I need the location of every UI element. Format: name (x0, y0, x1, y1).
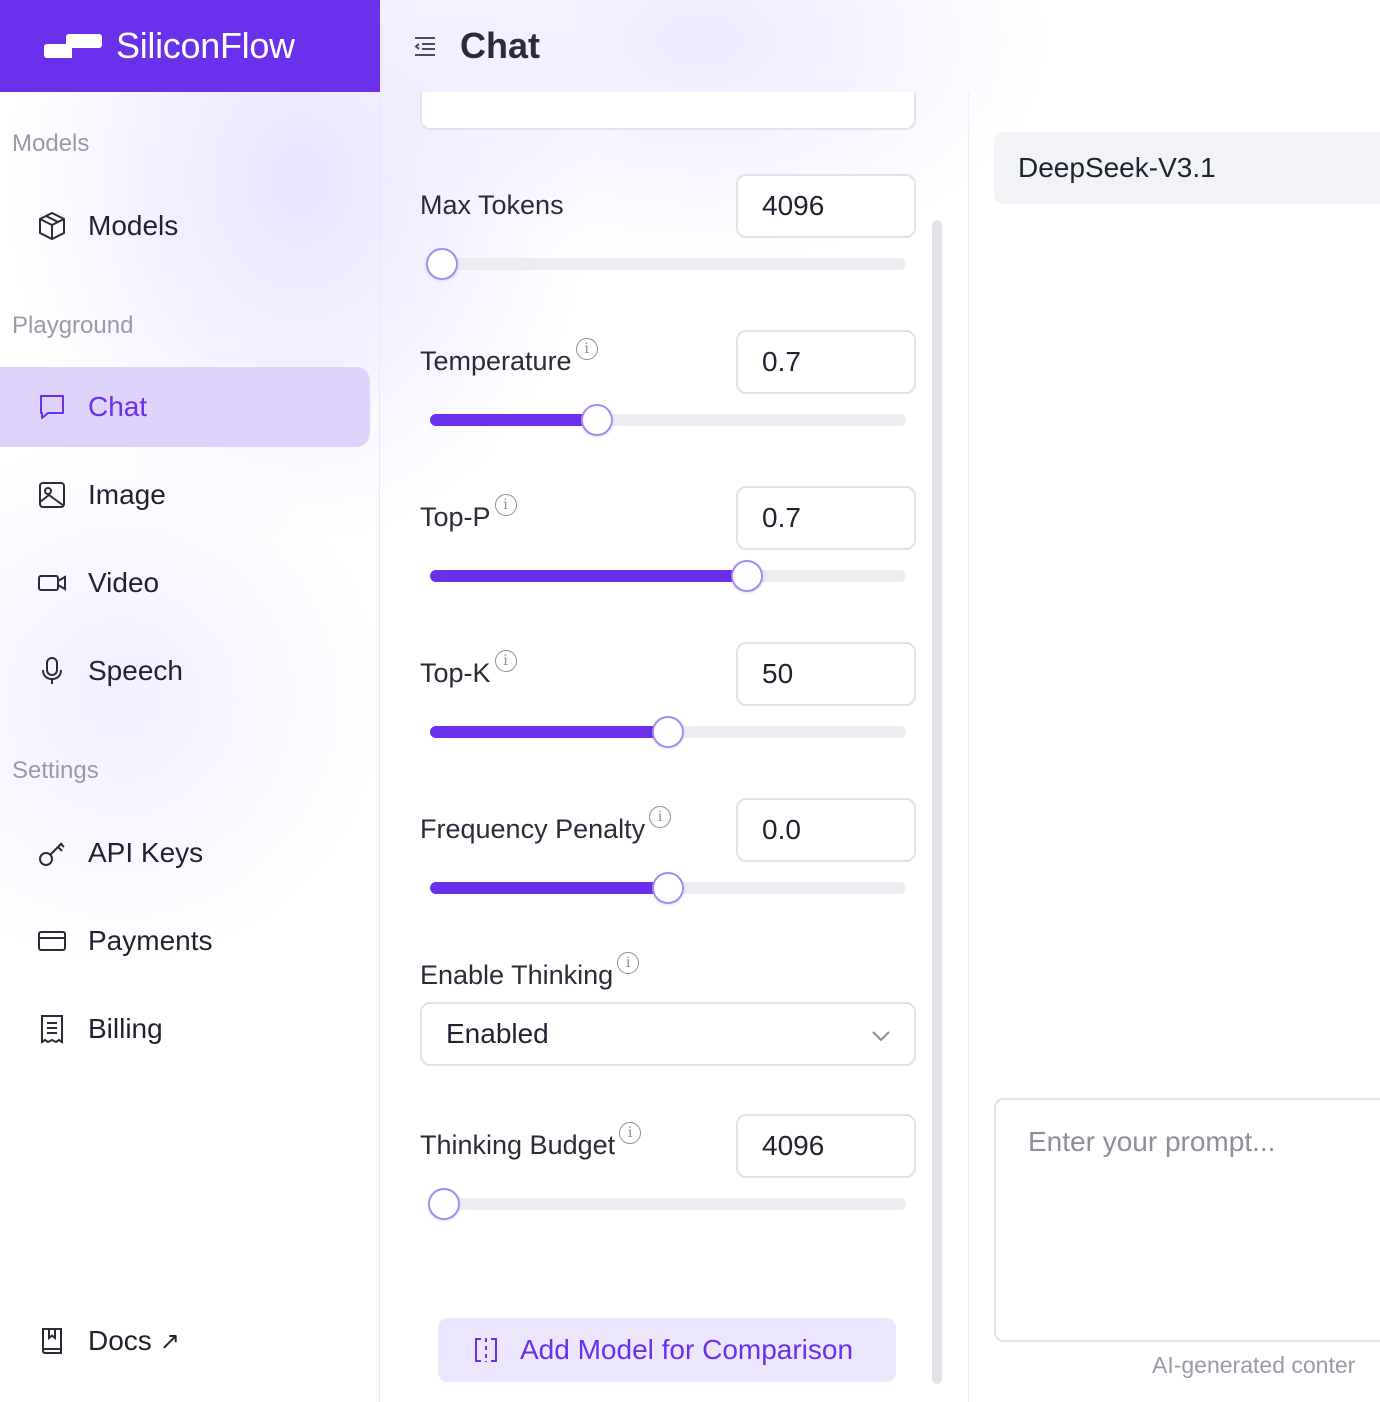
cube-icon (36, 210, 68, 242)
thinking-budget-slider[interactable] (428, 1188, 906, 1220)
collapse-sidebar-icon[interactable] (412, 33, 438, 59)
sidebar-item-payments[interactable]: Payments (0, 901, 370, 981)
info-icon[interactable]: i (494, 494, 517, 516)
chevron-down-icon (870, 1022, 892, 1044)
sidebar-item-label: API Keys (88, 837, 204, 868)
sidebar-item-api-keys[interactable]: API Keys (0, 813, 370, 893)
thinking-budget-input[interactable]: 4096 (736, 1114, 916, 1178)
brand-name: SiliconFlow (116, 25, 295, 66)
book-icon (36, 1325, 68, 1357)
sidebar-item-label: Video (88, 567, 160, 598)
slider-fill (430, 882, 668, 894)
top-k-slider[interactable] (430, 716, 906, 748)
frequency-penalty-label: Frequency Penalty i (420, 806, 672, 845)
add-model-comparison-button[interactable]: Add Model for Comparison (438, 1318, 896, 1382)
chat-bubble-icon (36, 391, 68, 423)
thinking-budget-label: Thinking Budget i (420, 1122, 642, 1161)
external-link-icon: ↗ (159, 1327, 180, 1355)
slider-fill (430, 570, 748, 582)
top-p-input[interactable]: 0.7 (736, 486, 916, 550)
max-tokens-input[interactable]: 4096 (736, 174, 916, 238)
section-label-playground: Playground (12, 312, 134, 339)
frequency-penalty-slider[interactable] (430, 872, 906, 904)
sidebar-item-label: Docs (88, 1325, 152, 1356)
info-icon[interactable]: i (649, 806, 672, 828)
sidebar-item-label: Image (88, 479, 166, 510)
add-model-label: Add Model for Comparison (520, 1334, 854, 1365)
info-icon[interactable]: i (617, 952, 640, 974)
sidebar-item-label: Billing (88, 1013, 163, 1044)
sidebar-item-image[interactable]: Image (0, 455, 370, 535)
page-title: Chat (460, 25, 540, 66)
chat-model-header[interactable]: DeepSeek-V3.1 (994, 132, 1380, 204)
section-label-settings: Settings (12, 757, 99, 784)
slider-fill (430, 726, 668, 738)
sidebar-item-label: Chat (88, 391, 148, 422)
section-label-models: Models (12, 130, 90, 157)
model-select-partial[interactable] (420, 92, 916, 130)
info-icon[interactable]: i (575, 338, 598, 360)
info-icon[interactable]: i (494, 650, 517, 672)
sidebar-item-video[interactable]: Video (0, 543, 370, 623)
logo-bar[interactable]: SiliconFlow (0, 0, 380, 92)
sidebar-item-label: Speech (88, 655, 183, 686)
panel-divider (968, 92, 969, 1402)
frequency-penalty-input[interactable]: 0.0 (736, 798, 916, 862)
slider-fill (430, 414, 597, 426)
sidebar-item-speech[interactable]: Speech (0, 631, 370, 711)
receipt-icon (36, 1013, 68, 1045)
temperature-slider[interactable] (430, 404, 906, 436)
slider-thumb[interactable] (652, 872, 684, 904)
credit-card-icon (36, 925, 68, 957)
sidebar-item-billing[interactable]: Billing (0, 989, 370, 1069)
slider-thumb[interactable] (652, 716, 684, 748)
top-k-input[interactable]: 50 (736, 642, 916, 706)
temperature-label: Temperature i (420, 338, 598, 377)
image-icon (36, 479, 68, 511)
slider-thumb[interactable] (580, 404, 613, 436)
enable-thinking-select[interactable]: Enabled (420, 1002, 916, 1066)
enable-thinking-label: Enable Thinking i (420, 952, 640, 991)
temperature-input[interactable]: 0.7 (736, 330, 916, 394)
top-p-label: Top-P i (420, 494, 517, 533)
top-k-label: Top-K i (420, 650, 517, 689)
slider-thumb[interactable] (425, 248, 458, 280)
siliconflow-logo-icon (44, 34, 102, 58)
max-tokens-label: Max Tokens (420, 190, 564, 220)
sidebar-item-docs[interactable]: Docs ↗ (0, 1301, 370, 1381)
ai-disclaimer-text: AI-generated conter (1152, 1352, 1356, 1378)
sidebar-item-chat[interactable]: Chat (0, 367, 370, 447)
info-icon[interactable]: i (619, 1122, 642, 1144)
top-p-slider[interactable] (430, 560, 906, 592)
sidebar-item-label: Models (88, 210, 179, 241)
split-compare-icon (472, 1336, 500, 1364)
slider-thumb[interactable] (731, 560, 764, 592)
slider-thumb[interactable] (428, 1188, 461, 1220)
prompt-input[interactable]: Enter your prompt... (994, 1098, 1380, 1342)
sidebar-item-models[interactable]: Models (0, 186, 370, 266)
sidebar-item-label: Payments (88, 925, 213, 956)
top-header: Chat (380, 0, 1380, 92)
key-icon (36, 837, 68, 869)
max-tokens-slider[interactable] (425, 248, 906, 280)
select-value: Enabled (446, 1018, 549, 1049)
microphone-icon (36, 655, 68, 687)
video-icon (36, 567, 68, 599)
sidebar: SiliconFlow Models Models Playground Cha… (0, 0, 380, 1402)
parameters-panel: Max Tokens 4096 Temperature i 0.7 Top-P … (380, 92, 968, 1402)
panel-scrollbar[interactable] (932, 220, 942, 1384)
